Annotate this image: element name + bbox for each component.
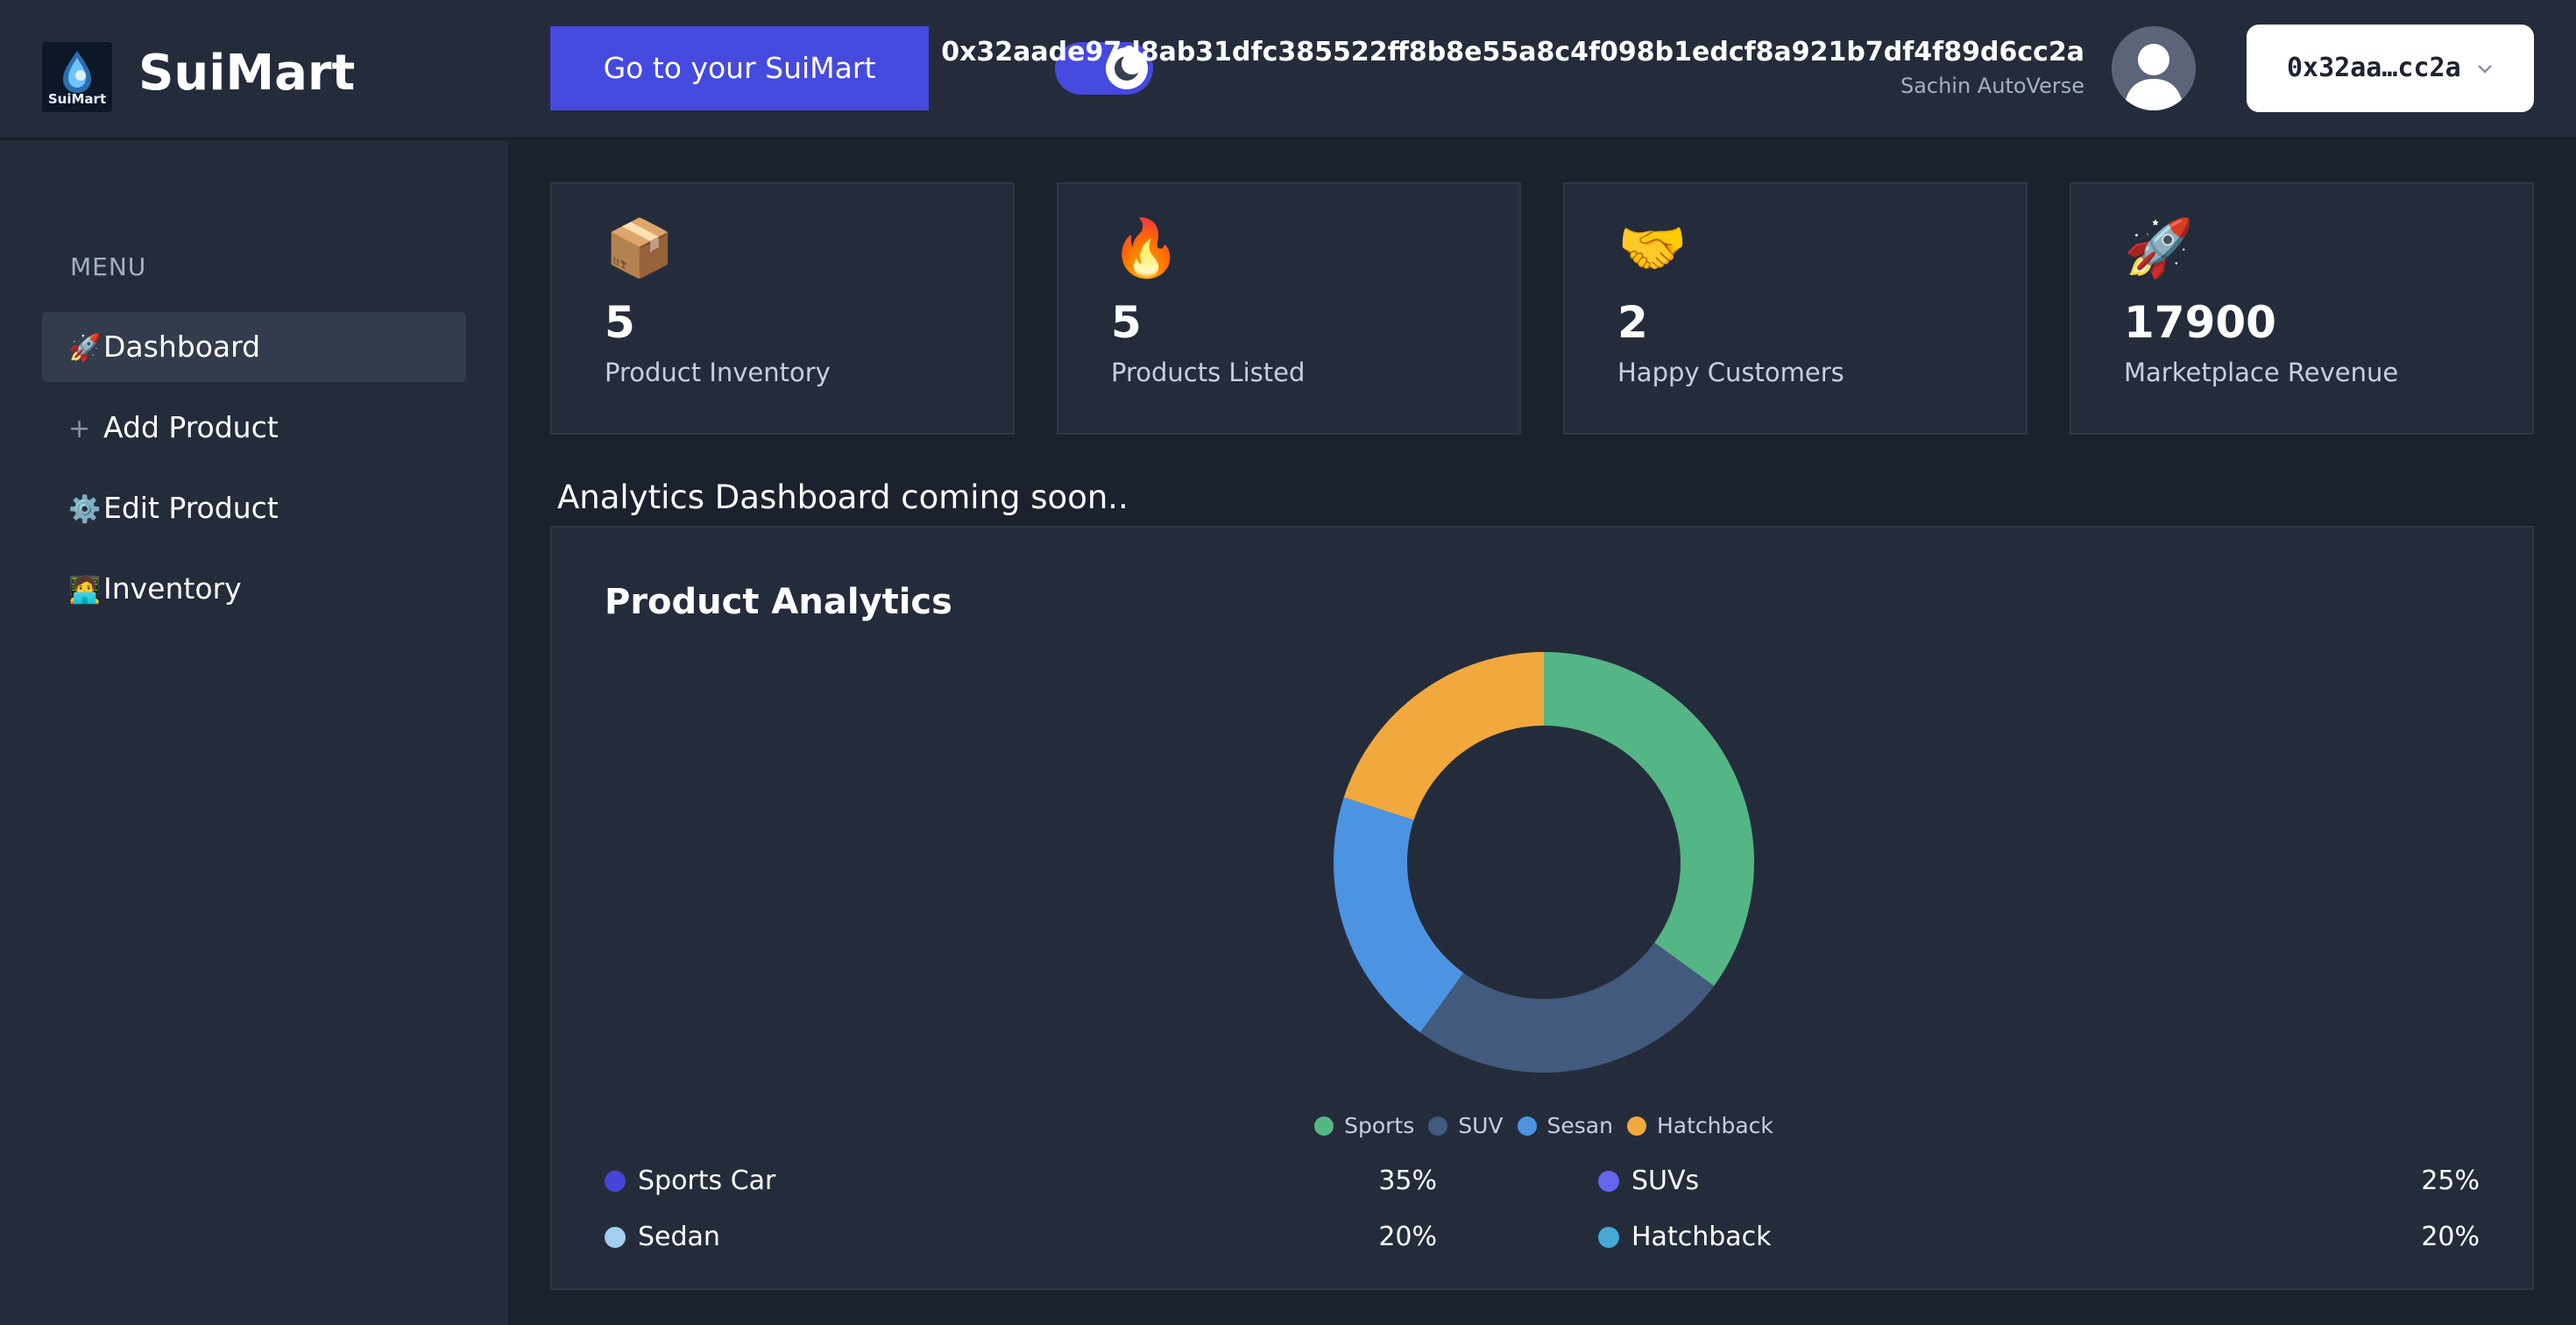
sidebar-item-label: Edit Product [103, 491, 279, 525]
chart-legend: Sports SUV Sesan Hatchback [552, 1113, 2536, 1138]
rocket-icon: 🚀 [68, 333, 102, 364]
sidebar-item-label: Dashboard [103, 329, 261, 364]
legend-color-dot [1314, 1116, 1334, 1136]
app-logo[interactable]: SuiMart [42, 42, 112, 112]
logo-text: SuiMart [47, 91, 107, 107]
sidebar-item-add-product[interactable]: + Add Product [42, 393, 466, 463]
breakdown-item-sedan: Sedan 20% [605, 1222, 1437, 1257]
wallet-connect-button[interactable]: 0x32aa…cc2a [2247, 25, 2534, 112]
sidebar: MENU 🚀Dashboard + Add Product ⚙️Edit Prod… [0, 140, 508, 1325]
analytics-coming-soon-text: Analytics Dashboard coming soon.. [557, 478, 1129, 516]
fire-icon: 🔥 [1111, 216, 1181, 281]
stat-value: 17900 [2124, 297, 2276, 348]
chevron-down-icon [2478, 65, 2492, 74]
donut-slice-sesan[interactable] [1334, 797, 1464, 1033]
top-header: SuiMart SuiMart Go to your SuiMart 0x32a… [0, 0, 2576, 138]
legend-label: Sports [1344, 1113, 1415, 1138]
stat-label: Products Listed [1111, 358, 1306, 387]
package-icon: 📦 [605, 216, 675, 281]
legend-color-dot [1428, 1116, 1448, 1136]
wallet-short-address: 0x32aa…cc2a [2287, 53, 2461, 83]
legend-item-sesan[interactable]: Sesan [1517, 1113, 1613, 1138]
plus-icon: + [68, 414, 91, 444]
donut-chart[interactable] [1332, 650, 1756, 1074]
breakdown-name: Sedan [638, 1222, 720, 1252]
app-name: SuiMart [138, 45, 356, 102]
legend-item-sports[interactable]: Sports [1314, 1113, 1414, 1138]
sidebar-item-label: Add Product [103, 410, 279, 444]
stat-value: 2 [1617, 297, 1648, 348]
breakdown-item-hatchback: Hatchback 20% [1598, 1222, 2480, 1257]
sidebar-item-edit-product[interactable]: ⚙️Edit Product [42, 473, 466, 543]
stat-label: Happy Customers [1617, 358, 1844, 387]
breakdown-item-suvs: SUVs 25% [1598, 1166, 2480, 1201]
stat-label: Marketplace Revenue [2124, 358, 2399, 387]
menu-title: MENU [70, 252, 147, 281]
stat-card-product-inventory: 📦 5 Product Inventory [550, 182, 1015, 435]
rocket-icon: 🚀 [2124, 216, 2194, 281]
donut-slice-hatchback[interactable] [1343, 652, 1544, 820]
stat-card-products-listed: 🔥 5 Products Listed [1057, 182, 1521, 435]
go-to-suimart-button[interactable]: Go to your SuiMart [550, 26, 929, 110]
stat-card-happy-customers: 🤝 2 Happy Customers [1563, 182, 2028, 435]
legend-item-suv[interactable]: SUV [1428, 1113, 1504, 1138]
legend-label: SUV [1458, 1113, 1504, 1138]
legend-item-hatchback[interactable]: Hatchback [1626, 1113, 1773, 1138]
color-dot [605, 1227, 626, 1248]
breakdown-percent: 20% [1378, 1222, 1437, 1252]
color-dot [1598, 1171, 1619, 1192]
stat-value: 5 [605, 297, 635, 348]
sidebar-item-inventory[interactable]: 🧑‍💻Inventory [42, 554, 466, 624]
stat-value: 5 [1111, 297, 1142, 348]
color-dot [605, 1171, 626, 1192]
breakdown-percent: 25% [2421, 1166, 2480, 1196]
stat-label: Product Inventory [605, 358, 831, 387]
legend-label: Sesan [1546, 1113, 1613, 1138]
breakdown-name: SUVs [1631, 1166, 1700, 1196]
breakdown-percent: 35% [1378, 1166, 1437, 1196]
wallet-address: 0x32aade97d8ab31dfc385522ff8b8e55a8c4f09… [941, 37, 2084, 67]
wallet-owner-name: Sachin AutoVerse [1900, 74, 2084, 98]
breakdown-item-sports-car: Sports Car 35% [605, 1166, 1437, 1201]
donut-slice-suv[interactable] [1419, 942, 1715, 1073]
avatar[interactable] [2112, 26, 2196, 110]
legend-color-dot [1517, 1116, 1537, 1136]
product-analytics-panel: Product Analytics Sports SUV Sesan Hatchbac… [550, 526, 2534, 1290]
breakdown-percent: 20% [2421, 1222, 2480, 1252]
stat-card-marketplace-revenue: 🚀 17900 Marketplace Revenue [2070, 182, 2534, 435]
legend-color-dot [1626, 1116, 1646, 1136]
breakdown-name: Sports Car [638, 1166, 776, 1196]
gear-icon: ⚙️ [68, 494, 102, 525]
legend-label: Hatchback [1656, 1113, 1773, 1138]
handshake-icon: 🤝 [1617, 216, 1688, 281]
panel-title: Product Analytics [605, 582, 952, 622]
sidebar-item-label: Inventory [103, 571, 242, 606]
donut-slice-sports[interactable] [1544, 652, 1754, 987]
user-avatar-icon [2112, 26, 2196, 110]
technologist-icon: 🧑‍💻 [68, 575, 102, 606]
breakdown-name: Hatchback [1631, 1222, 1772, 1252]
color-dot [1598, 1227, 1619, 1248]
sidebar-item-dashboard[interactable]: 🚀Dashboard [42, 312, 466, 382]
